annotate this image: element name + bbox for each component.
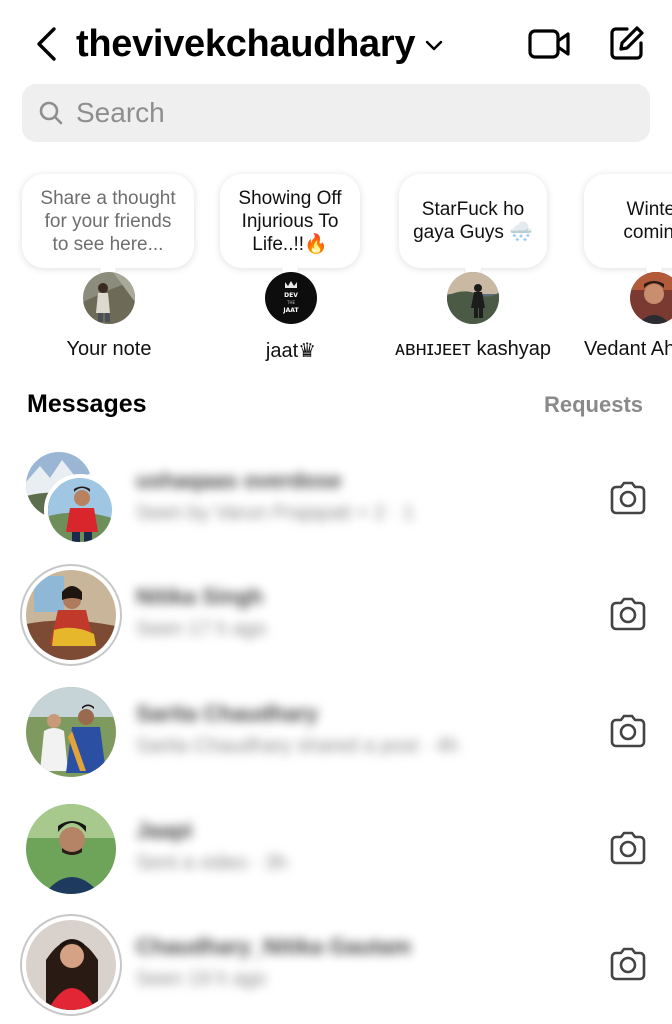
svg-text:THE: THE <box>286 300 295 305</box>
notes-tray: Share a thought for your friends to see … <box>0 168 672 368</box>
avatar <box>26 804 116 894</box>
camera-icon[interactable] <box>608 480 648 516</box>
note-owner-name: Your note <box>66 338 152 360</box>
search-input[interactable] <box>76 97 596 129</box>
conversation-name: Nitika Singh <box>136 584 264 609</box>
camera-icon[interactable] <box>608 830 648 866</box>
new-message-button[interactable] <box>604 20 650 66</box>
search-bar[interactable] <box>22 84 650 142</box>
note-owner-name: ᴀʙʜɪᴊᴇᴇᴛ kashyap <box>395 338 551 360</box>
camera-icon[interactable] <box>608 946 648 982</box>
note-abhijeet-kashyap[interactable]: StarFuck ho gaya Guys 🌨️ ᴀʙʜɪᴊᴇᴇᴛ kashya… <box>390 168 556 368</box>
note-vedant[interactable]: Winter coming Vedant Ah <box>582 168 672 368</box>
conversation-name: Sarita Chaudhary <box>136 701 319 726</box>
conversation-row[interactable]: Chaudhary_Nitika Gautam Seen 19 h ago <box>0 908 672 1022</box>
video-call-button[interactable] <box>526 22 572 66</box>
avatar <box>26 687 116 777</box>
note-bubble[interactable]: StarFuck ho gaya Guys 🌨️ <box>399 174 547 268</box>
group-avatar <box>26 452 120 546</box>
conversation-row[interactable]: ushaqaas overdose Seen by Varun Prajapat… <box>0 442 672 556</box>
account-switcher[interactable]: thevivekchaudhary <box>76 18 443 70</box>
avatar <box>630 272 672 324</box>
note-bubble[interactable]: Winter coming <box>584 174 672 268</box>
chevron-left-icon <box>37 27 56 61</box>
svg-text:DEV: DEV <box>284 292 298 299</box>
camera-icon[interactable] <box>608 596 648 632</box>
note-bubble[interactable]: Share a thought for your friends to see … <box>22 174 194 268</box>
conversation-row[interactable]: Nitika Singh Seen 17 h ago <box>0 558 672 672</box>
avatar <box>83 272 135 324</box>
avatar <box>447 272 499 324</box>
compose-icon <box>610 26 644 60</box>
conversation-name: Jaapi <box>136 818 193 843</box>
search-icon <box>39 101 63 125</box>
conversation-preview: Sarita Chaudhary shared a post · 4h <box>136 735 459 757</box>
messages-heading: Messages <box>27 390 147 418</box>
conversation-preview: Seen 17 h ago <box>136 618 267 640</box>
top-bar: thevivekchaudhary <box>0 0 672 84</box>
back-button[interactable] <box>28 22 64 66</box>
note-owner-name: jaat♛ <box>265 340 317 362</box>
avatar <box>44 474 116 546</box>
avatar <box>26 920 116 1010</box>
conversation-preview: Seen 19 h ago <box>136 968 267 990</box>
conversation-name: Chaudhary_Nitika Gautam <box>136 934 412 959</box>
video-camera-icon <box>528 29 570 59</box>
note-bubble[interactable]: Showing Off Injurious To Life..!!🔥 <box>220 174 360 268</box>
page-title: thevivekchaudhary <box>76 22 416 65</box>
note-owner-name: Vedant Ah <box>584 338 672 360</box>
conversation-row[interactable]: Jaapi Sent a video · 3h <box>0 792 672 906</box>
conversation-name: ushaqaas overdose <box>136 468 342 493</box>
chevron-down-icon <box>425 40 443 51</box>
conversation-row[interactable]: Sarita Chaudhary Sarita Chaudhary shared… <box>0 675 672 789</box>
svg-text:JAAT: JAAT <box>282 307 299 314</box>
avatar <box>26 570 116 660</box>
requests-link[interactable]: Requests <box>544 392 643 418</box>
conversation-preview: Sent a video · 3h <box>136 852 288 874</box>
avatar: DEV THE JAAT <box>265 272 317 324</box>
note-jaat[interactable]: Showing Off Injurious To Life..!!🔥 DEV T… <box>220 168 362 368</box>
note-your-note[interactable]: Share a thought for your friends to see … <box>22 168 196 368</box>
conversation-preview: Seen by Varun Prajapati + 2 · 1 <box>136 502 415 524</box>
camera-icon[interactable] <box>608 713 648 749</box>
